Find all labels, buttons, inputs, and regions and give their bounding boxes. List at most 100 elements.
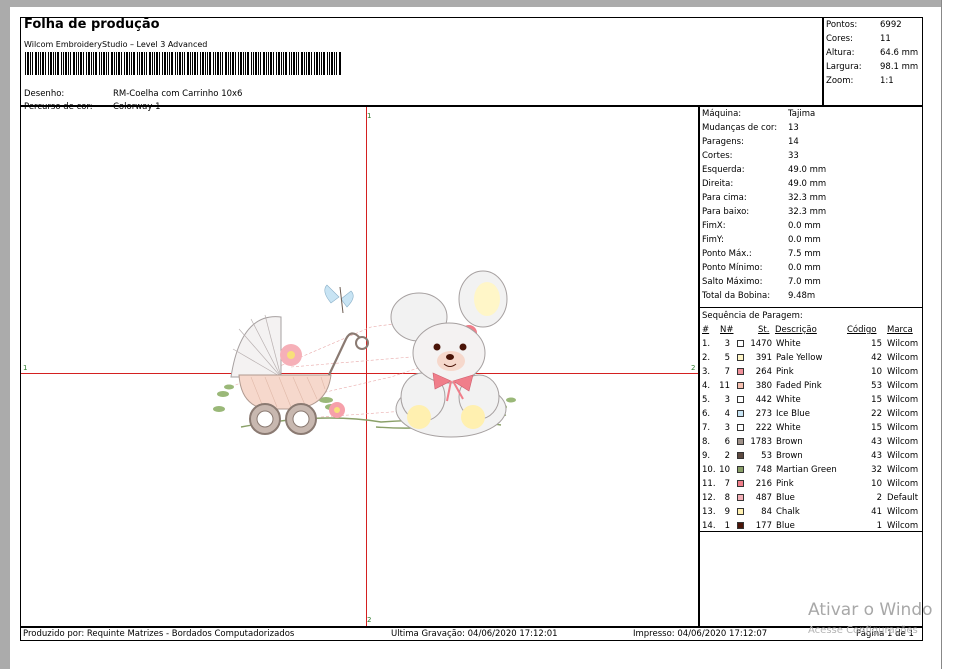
thread-brand: Wilcom [887, 479, 919, 489]
thread-description: Ice Blue [776, 409, 810, 419]
row-number: 10. [702, 465, 716, 475]
thread-description: Pink [776, 479, 794, 489]
col-header-n: N# [720, 325, 734, 335]
stitch-count: 748 [755, 465, 772, 475]
color-swatch [737, 396, 744, 403]
stat-value-stitches: 6992 [880, 20, 902, 30]
stitch-count: 1470 [750, 339, 772, 349]
stitch-count: 1783 [750, 437, 772, 447]
color-swatch [737, 368, 744, 375]
machine-info-label: Para baixo: [702, 207, 750, 217]
stitch-count: 380 [755, 381, 772, 391]
machine-info-label: Ponto Mínimo: [702, 263, 763, 273]
machine-info-value: 7.5 mm [788, 249, 821, 259]
windows-activation-hint: Acesse Configurações [808, 625, 918, 636]
row-number: 2. [702, 353, 711, 363]
thread-code: 43 [871, 451, 882, 461]
thread-brand: Wilcom [887, 381, 919, 391]
machine-info-value: 32.3 mm [788, 207, 827, 217]
color-swatch [737, 382, 744, 389]
stat-label-width: Largura: [826, 62, 862, 72]
stat-label-zoom: Zoom: [826, 76, 854, 86]
needle-number: 3 [724, 395, 730, 405]
machine-info-label: Direita: [702, 179, 734, 189]
thread-description: Faded Pink [776, 381, 822, 391]
flower [280, 344, 302, 366]
stat-label-stitches: Pontos: [826, 20, 858, 30]
machine-info-label: Esquerda: [702, 165, 745, 175]
thread-code: 15 [871, 423, 882, 433]
thread-brand: Wilcom [887, 451, 919, 461]
machine-info-label: Salto Máximo: [702, 277, 763, 287]
machine-info-value: 0.0 mm [788, 221, 821, 231]
row-number: 1. [702, 339, 711, 349]
row-number: 12. [702, 493, 716, 503]
thread-brand: Wilcom [887, 339, 919, 349]
sheet-footer: Produzido por: Requinte Matrizes - Borda… [20, 627, 923, 641]
barcode [25, 52, 341, 75]
needle-number: 4 [724, 409, 730, 419]
row-number: 11. [702, 479, 716, 489]
thread-brand: Wilcom [887, 367, 919, 377]
thread-code: 41 [871, 507, 882, 517]
machine-info-label: Cortes: [702, 151, 733, 161]
row-number: 13. [702, 507, 716, 517]
thread-description: Pale Yellow [776, 353, 823, 363]
stat-value-width: 98.1 mm [880, 62, 919, 72]
machine-info-value: 49.0 mm [788, 179, 827, 189]
crosshair-label-left: 1 [23, 364, 28, 372]
machine-info-value: 33 [788, 151, 799, 161]
needle-number: 7 [724, 479, 730, 489]
machine-info-value: 7.0 mm [788, 277, 821, 287]
needle-number: 10 [719, 465, 730, 475]
stitch-count: 273 [755, 409, 772, 419]
machine-info-value: 0.0 mm [788, 263, 821, 273]
needle-number: 8 [724, 493, 730, 503]
crosshair-label-right: 2 [691, 364, 696, 372]
color-swatch [737, 340, 744, 347]
thread-brand: Wilcom [887, 395, 919, 405]
thread-description: Martian Green [776, 465, 837, 475]
needle-number: 3 [724, 339, 730, 349]
thread-description: White [776, 395, 801, 405]
machine-info-value: 9.48m [788, 291, 816, 301]
stat-label-colors: Cores: [826, 34, 853, 44]
thread-code: 22 [871, 409, 882, 419]
machine-info-value: 14 [788, 137, 799, 147]
stitch-count: 216 [755, 479, 772, 489]
last-save: Ultima Gravação: 04/06/2020 17:12:01 [391, 629, 558, 639]
thread-code: 53 [871, 381, 882, 391]
machine-info-label: Total da Bobina: [702, 291, 771, 301]
embroidery-design [213, 270, 516, 438]
thread-brand: Wilcom [887, 465, 919, 475]
needle-number: 2 [724, 451, 730, 461]
thread-brand: Wilcom [887, 507, 919, 517]
row-number: 8. [702, 437, 711, 447]
row-number: 6. [702, 409, 711, 419]
stat-value-colors: 11 [880, 34, 891, 44]
thread-code: 1 [876, 521, 882, 531]
stat-value-zoom: 1:1 [880, 76, 894, 86]
machine-info-value: 49.0 mm [788, 165, 827, 175]
viewer-scroll-edge[interactable] [941, 0, 955, 669]
thread-code: 15 [871, 339, 882, 349]
row-number: 14. [702, 521, 716, 531]
crosshair-label-top: 1 [367, 112, 372, 120]
thread-description: Blue [776, 521, 795, 531]
thread-code: 10 [871, 367, 882, 377]
printed-date: Impresso: 04/06/2020 17:12:07 [633, 629, 768, 639]
thread-code: 42 [871, 353, 882, 363]
color-swatch [737, 508, 744, 515]
color-swatch [737, 452, 744, 459]
thread-code: 15 [871, 395, 882, 405]
row-number: 3. [702, 367, 711, 377]
machine-info-label: Ponto Máx.: [702, 249, 752, 259]
color-swatch [737, 410, 744, 417]
col-header-brand: Marca [887, 325, 913, 335]
thread-brand: Wilcom [887, 437, 919, 447]
row-number: 9. [702, 451, 711, 461]
col-header-num: # [702, 325, 710, 335]
thread-code: 43 [871, 437, 882, 447]
thread-brand: Wilcom [887, 409, 919, 419]
color-swatch [737, 466, 744, 473]
